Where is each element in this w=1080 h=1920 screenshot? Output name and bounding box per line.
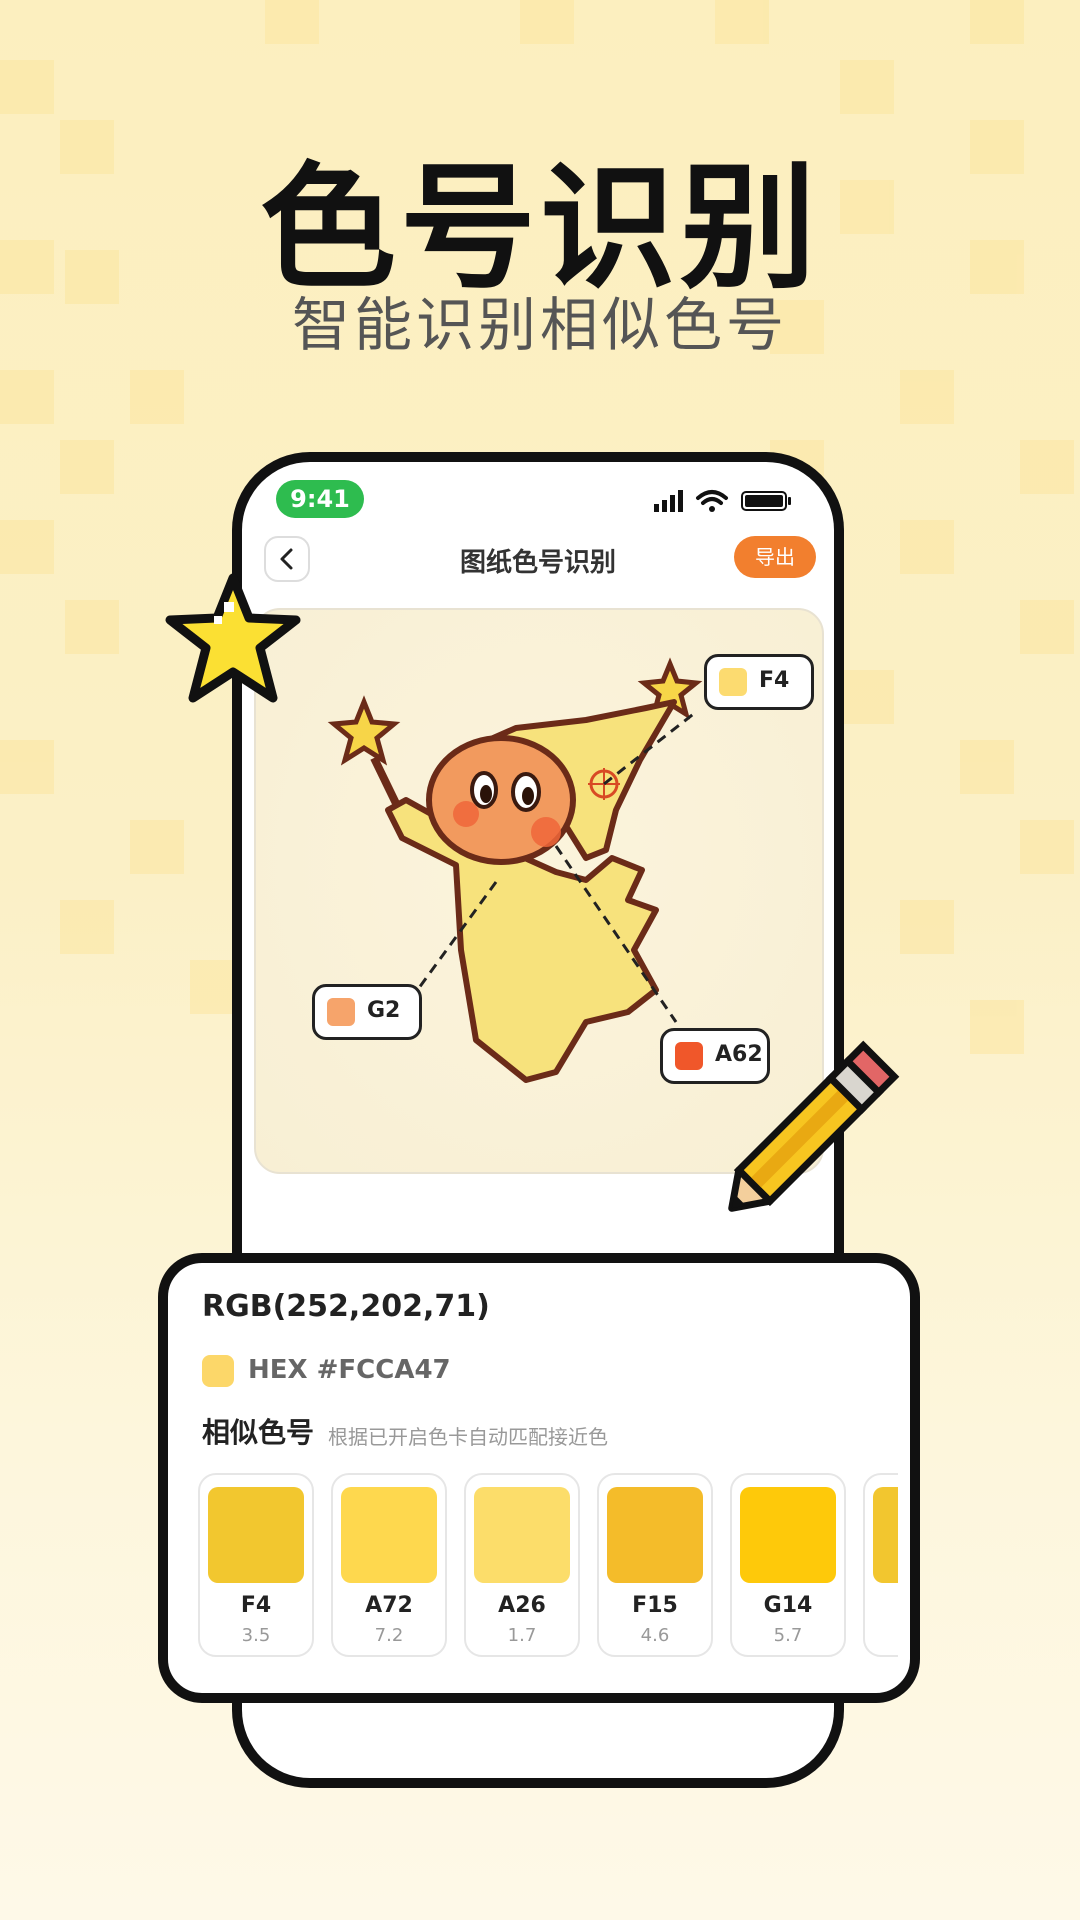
callout-swatch	[327, 998, 355, 1026]
similar-colors-list[interactable]: F4 3.5 A72 7.2 A26 1.7 F15 4.6 G14 5.7	[198, 1473, 898, 1663]
rgb-value: RGB(252,202,71)	[202, 1289, 490, 1324]
similar-colors-title: 相似色号	[202, 1416, 315, 1449]
status-icons	[654, 490, 791, 512]
swatch-code: A26	[498, 1593, 546, 1618]
swatch-color	[341, 1487, 437, 1583]
callout-f4[interactable]: F4	[704, 654, 814, 710]
swatch-card[interactable]: A26 1.7	[464, 1473, 580, 1657]
swatch-distance: 1.7	[507, 1625, 537, 1646]
swatch-card[interactable]: F4 3.5	[198, 1473, 314, 1657]
battery-icon	[741, 491, 791, 511]
swatch-color	[607, 1487, 703, 1583]
swatch-code: F4	[240, 1593, 272, 1618]
swatch-code: F15	[632, 1593, 678, 1618]
callout-code: F4	[759, 668, 790, 693]
subheadline: 智能识别相似色号	[291, 291, 788, 359]
signal-icon	[654, 490, 683, 512]
swatch-color	[740, 1487, 836, 1583]
swatch-card[interactable]	[863, 1473, 898, 1657]
swatch-code: G14	[763, 1593, 813, 1618]
hex-swatch	[202, 1355, 234, 1387]
pixel-star-sticker	[165, 573, 301, 703]
swatch-color	[208, 1487, 304, 1583]
export-button[interactable]: 导出	[734, 536, 816, 578]
callout-swatch	[675, 1042, 703, 1070]
wifi-icon	[696, 490, 728, 505]
callout-g2[interactable]: G2	[312, 984, 422, 1040]
swatch-color	[873, 1487, 898, 1583]
swatch-card[interactable]: G14 5.7	[730, 1473, 846, 1657]
similar-colors-description: 根据已开启色卡自动匹配接近色	[328, 1425, 608, 1449]
swatch-distance: 7.2	[374, 1625, 404, 1646]
swatch-distance: 5.7	[773, 1625, 803, 1646]
callout-code: G2	[367, 998, 401, 1023]
swatch-distance: 4.6	[640, 1625, 670, 1646]
swatch-card[interactable]: F15 4.6	[597, 1473, 713, 1657]
pencil-sticker	[728, 1040, 900, 1212]
callout-swatch	[719, 668, 747, 696]
color-result-panel: RGB(252,202,71) HEX #FCCA47 相似色号 根据已开启色卡…	[158, 1253, 920, 1703]
hex-value: HEX #FCCA47	[248, 1355, 451, 1385]
status-time: 9:41	[276, 480, 364, 518]
swatch-distance: 3.5	[241, 1625, 271, 1646]
swatch-card[interactable]: A72 7.2	[331, 1473, 447, 1657]
swatch-code: A72	[365, 1593, 413, 1618]
swatch-color	[474, 1487, 570, 1583]
